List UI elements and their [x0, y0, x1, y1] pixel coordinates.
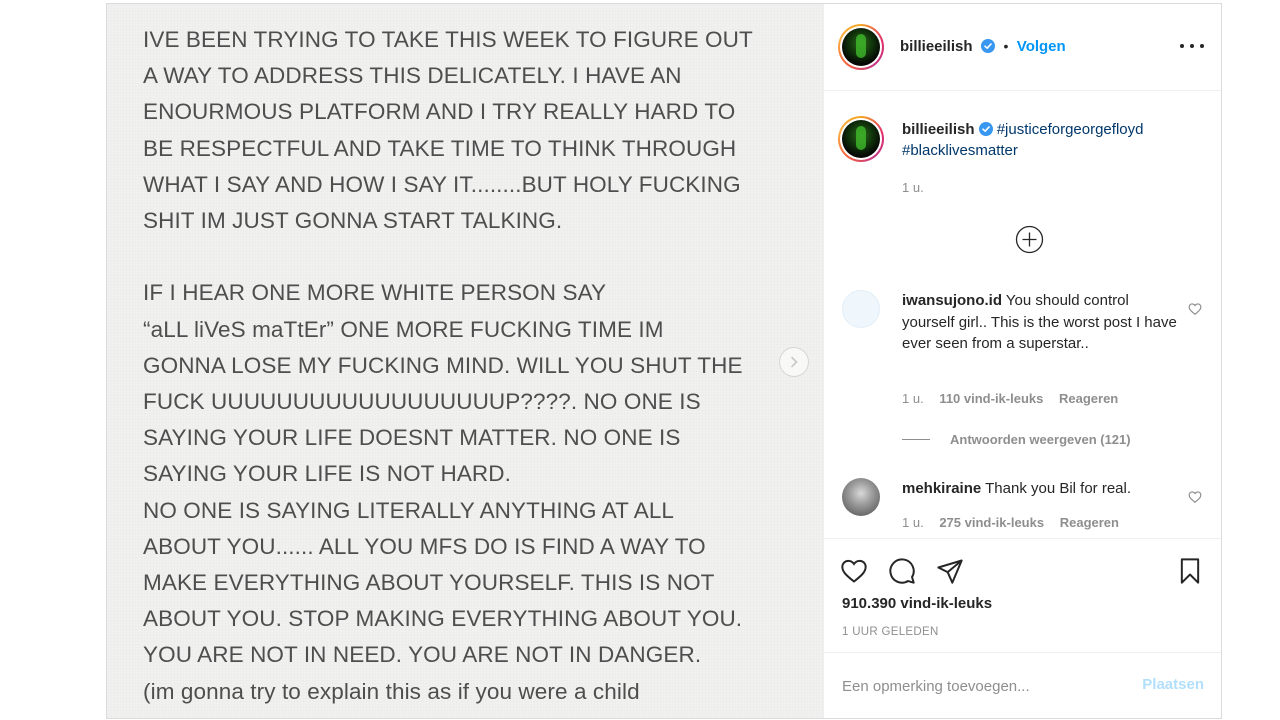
comment-meta: 1 u. 275 vind-ik-leuks Reageren	[902, 515, 1119, 530]
comments-list: billieeilish #justiceforgeorgefloyd #bla…	[824, 92, 1221, 538]
comment-input[interactable]	[842, 675, 1122, 697]
comment-button[interactable]	[886, 555, 918, 587]
comment-item: mehkiraine Thank you Bil for real. 1 u. …	[842, 478, 1212, 538]
view-replies-button[interactable]: Antwoorden weergeven (121)	[902, 432, 1131, 447]
share-button[interactable]	[934, 555, 966, 587]
replies-divider-line	[902, 439, 930, 440]
heart-icon	[841, 559, 867, 583]
posted-time[interactable]: 1 UUR GELEDEN	[842, 626, 939, 638]
comment-item: iwansujono.id You should control yoursel…	[842, 290, 1212, 440]
like-button[interactable]	[838, 555, 870, 587]
comment-avatar[interactable]	[842, 478, 880, 516]
comment-body: iwansujono.id You should control yoursel…	[902, 290, 1178, 355]
separator-dot: •	[1003, 38, 1009, 54]
comment-avatar[interactable]	[842, 290, 880, 328]
comment-bubble-icon	[889, 558, 915, 584]
load-more-comments-icon[interactable]	[1015, 225, 1044, 254]
next-image-button[interactable]	[779, 347, 809, 377]
comment-body: mehkiraine Thank you Bil for real.	[902, 478, 1178, 500]
post-image[interactable]: IVE BEEN TRYING TO TAKE THIS WEEK TO FIG…	[107, 4, 823, 718]
like-comment-heart-icon[interactable]	[1188, 302, 1202, 316]
post-comment-button[interactable]: Plaatsen	[1142, 676, 1204, 693]
post-image-text: IVE BEEN TRYING TO TAKE THIS WEEK TO FIG…	[143, 27, 753, 718]
caption-profile-picture	[842, 120, 880, 158]
chevron-right-icon	[791, 356, 798, 368]
post-header: billieeilish • Volgen	[824, 4, 1221, 91]
caption: billieeilish #justiceforgeorgefloyd #bla…	[902, 119, 1202, 161]
paper-plane-icon	[937, 559, 963, 584]
comment-username[interactable]: iwansujono.id	[902, 292, 1002, 309]
post-actions: 910.390 vind-ik-leuks 1 UUR GELEDEN	[824, 538, 1221, 652]
bookmark-icon	[1180, 558, 1200, 584]
hashtag-link[interactable]: #blacklivesmatter	[902, 142, 1018, 159]
more-options-icon[interactable]	[1180, 38, 1204, 54]
view-replies-label: Antwoorden weergeven (121)	[950, 432, 1131, 447]
comment-text: Thank you Bil for real.	[985, 480, 1132, 497]
caption-username[interactable]: billieeilish	[902, 121, 975, 138]
post-modal: IVE BEEN TRYING TO TAKE THIS WEEK TO FIG…	[106, 3, 1222, 719]
caption-avatar[interactable]	[838, 116, 884, 162]
reply-button[interactable]: Reageren	[1060, 515, 1119, 530]
header-user-line: billieeilish • Volgen	[900, 38, 1066, 56]
post-sidebar: billieeilish • Volgen billieeilish #just…	[823, 4, 1221, 718]
comment-likes[interactable]: 275 vind-ik-leuks	[939, 515, 1044, 530]
comment-username[interactable]: mehkiraine	[902, 480, 981, 497]
comment-likes[interactable]: 110 vind-ik-leuks	[939, 391, 1043, 406]
profile-picture	[842, 28, 880, 66]
follow-button[interactable]: Volgen	[1017, 38, 1066, 55]
save-button[interactable]	[1174, 555, 1206, 587]
add-comment-bar: Plaatsen	[824, 652, 1221, 718]
verified-badge-icon	[980, 39, 995, 53]
comment-meta: 1 u. 110 vind-ik-leuks Reageren	[902, 391, 1118, 406]
hashtag-link[interactable]: #justiceforgeorgefloyd	[997, 121, 1144, 138]
caption-time[interactable]: 1 u.	[902, 180, 924, 195]
reply-button[interactable]: Reageren	[1059, 391, 1118, 406]
likes-count[interactable]: 910.390 vind-ik-leuks	[842, 595, 992, 612]
comment-time[interactable]: 1 u.	[902, 391, 924, 406]
comment-time[interactable]: 1 u.	[902, 515, 924, 530]
like-comment-heart-icon[interactable]	[1188, 490, 1202, 504]
verified-badge-icon	[978, 122, 993, 136]
header-avatar[interactable]	[838, 24, 884, 70]
header-username[interactable]: billieeilish	[900, 38, 973, 55]
